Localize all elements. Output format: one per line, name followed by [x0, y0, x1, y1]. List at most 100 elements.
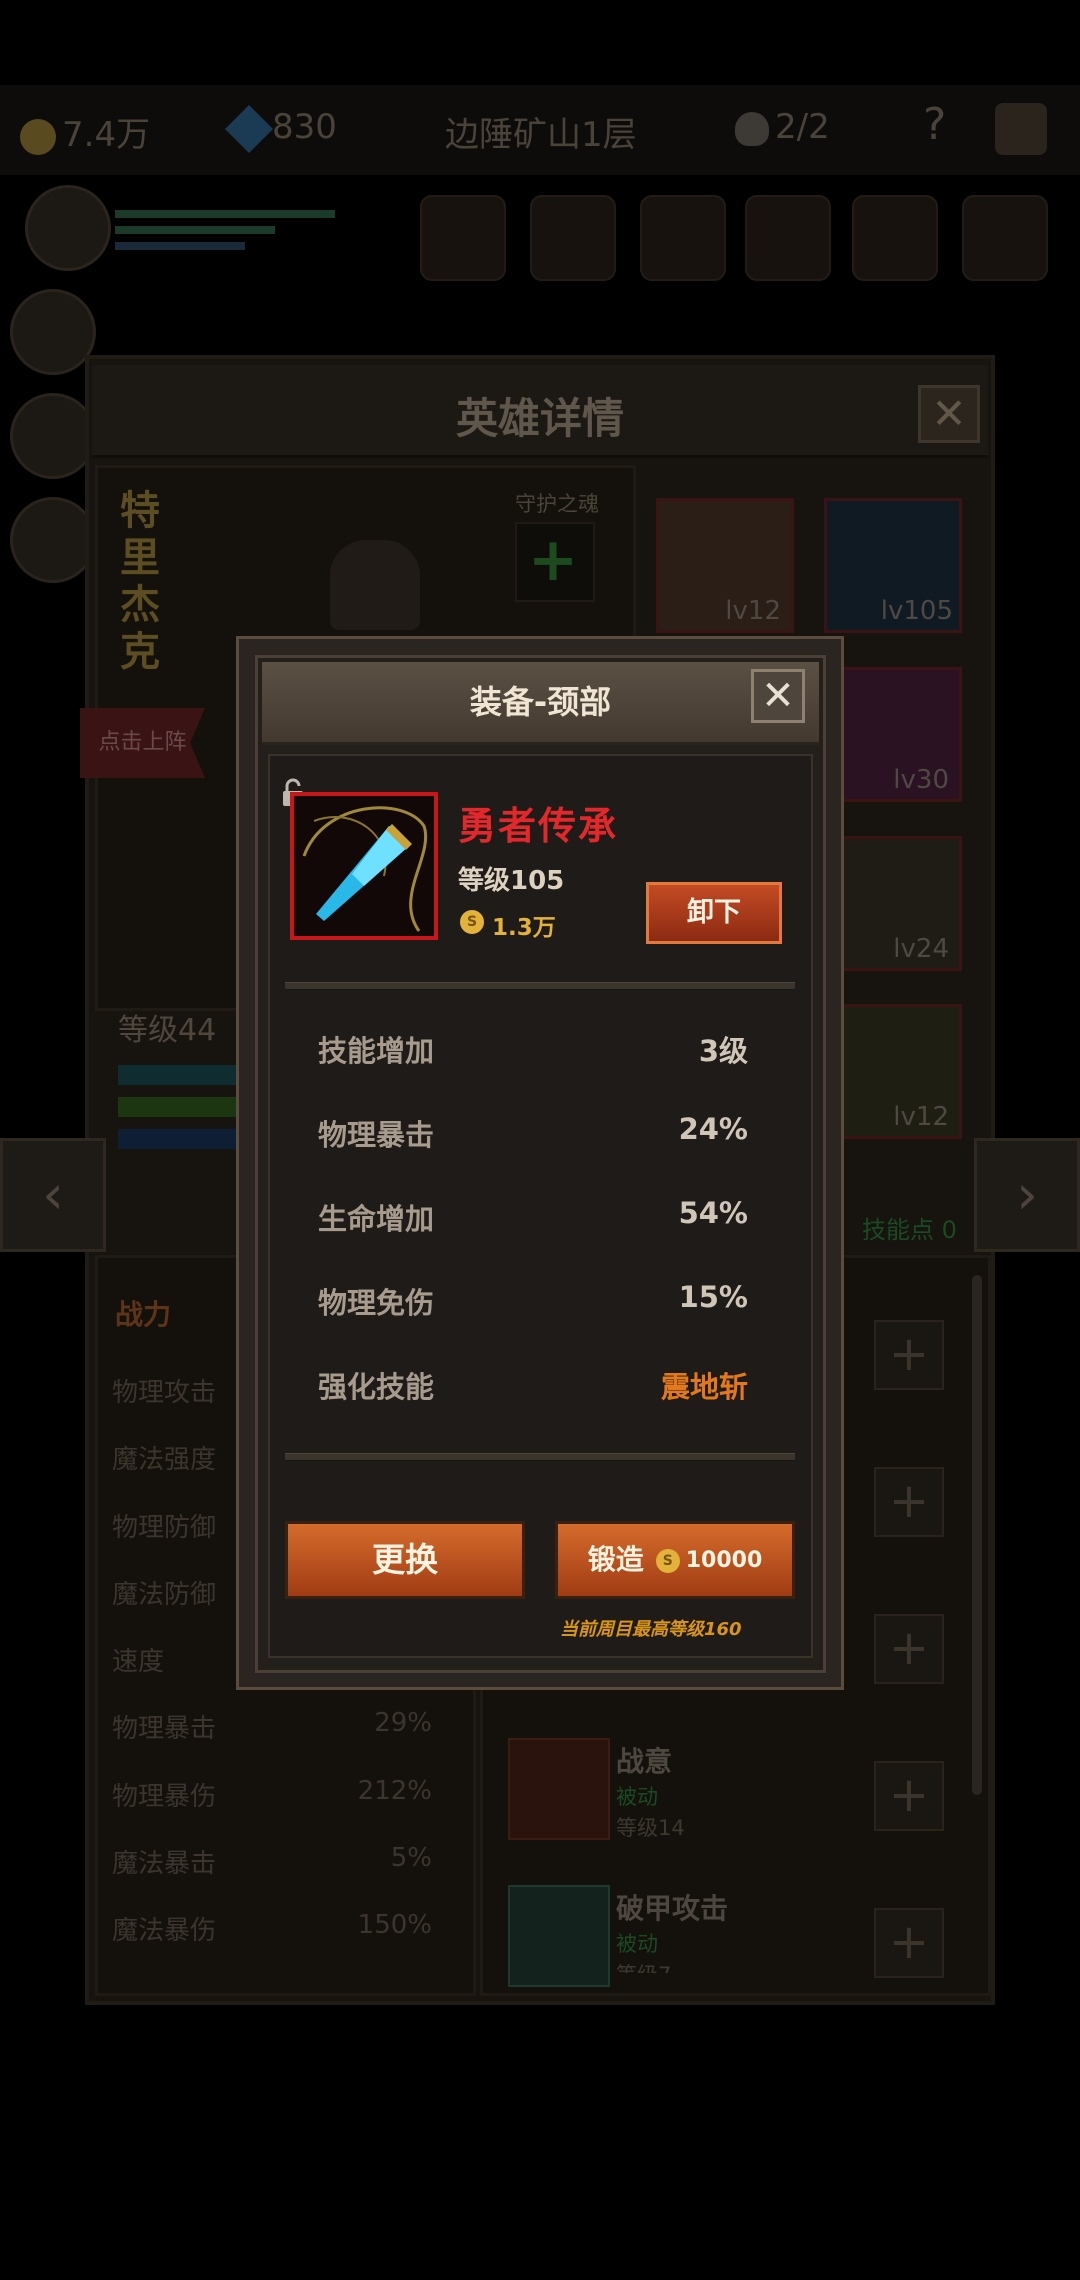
stat-label: 物理攻击: [112, 1378, 217, 1408]
stat-value: 150%: [357, 1910, 432, 1940]
skill-name: 战意: [616, 1745, 673, 1778]
skill-upgrade-button[interactable]: +: [874, 1467, 944, 1537]
gold-coin-icon: S: [655, 1549, 680, 1573]
attr-value: 3级: [698, 1034, 748, 1068]
gold-counter: 7.4万: [20, 107, 150, 156]
stat-row: 物理暴击 29%: [112, 1708, 432, 1745]
hero-name: 特里杰克: [120, 488, 160, 675]
skills-scrollbar[interactable]: [972, 1275, 982, 1795]
stat-label: 魔法强度: [112, 1445, 217, 1475]
top-equip-slot: [852, 195, 938, 281]
gold-amount: 7.4万: [62, 115, 151, 155]
forge-button[interactable]: 锻造 S 10000: [555, 1521, 795, 1599]
stat-label: 物理防御: [112, 1513, 217, 1543]
equip-slot-ring[interactable]: lv24: [824, 836, 962, 971]
hero-portrait[interactable]: [25, 185, 111, 271]
hero-hp-bars: [115, 210, 335, 260]
equip-popup-close-button[interactable]: ✕: [751, 669, 805, 723]
gold-coin-icon: S: [460, 910, 484, 934]
pendant-icon: [302, 806, 428, 932]
gem-counter: 830: [224, 104, 337, 153]
equip-slot-body[interactable]: lv30: [824, 667, 962, 802]
enhanced-skill-value: 震地斩: [660, 1370, 748, 1404]
top-equip-slot: [530, 195, 616, 281]
hero-portrait[interactable]: [10, 497, 96, 583]
stat-row: 魔法暴击 5%: [112, 1843, 432, 1880]
gem-icon: [224, 104, 274, 153]
skill-type: 被动: [616, 1785, 658, 1809]
gold-coin-icon: [20, 118, 56, 155]
forge-cost: 10000: [685, 1548, 763, 1573]
item-sell-price: 1.3万: [492, 915, 556, 941]
stat-value: 29%: [374, 1708, 432, 1738]
plus-icon: +: [527, 525, 579, 595]
stat-row: 魔法暴伤 150%: [112, 1910, 432, 1947]
top-equip-slot: [640, 195, 726, 281]
top-status-bar: 7.4万 830 边陲矿山1层 2/2 ?: [0, 85, 1080, 175]
attr-value: 54%: [678, 1196, 748, 1230]
equip-level: lv12: [725, 596, 781, 626]
attr-label: 生命增加: [318, 1202, 435, 1236]
hero-count: 2/2: [735, 107, 830, 147]
skill-points: 技能点 0: [862, 1216, 957, 1244]
stat-label: 魔法暴击: [112, 1849, 217, 1879]
war-spirit-skill-icon[interactable]: [508, 1738, 610, 1840]
equip-level: lv24: [893, 934, 949, 964]
replace-button[interactable]: 更换: [285, 1521, 525, 1599]
stat-label: 魔法暴伤: [112, 1916, 217, 1946]
guardian-soul-label: 守护之魂: [515, 492, 599, 516]
hero-portrait[interactable]: [10, 289, 96, 375]
stat-label: 物理暴击: [112, 1714, 217, 1744]
attr-value: 24%: [678, 1112, 748, 1146]
attr-label: 技能增加: [318, 1034, 435, 1068]
equip-slot-neck[interactable]: lv105: [824, 498, 962, 633]
skill-upgrade-button[interactable]: +: [874, 1320, 944, 1390]
equip-popup-title: 装备-颈部: [469, 683, 612, 721]
skull-icon: [735, 111, 769, 146]
skill-level: 等级14: [616, 1816, 685, 1840]
skill-upgrade-button[interactable]: +: [874, 1761, 944, 1831]
hero-portrait-list: [0, 185, 111, 705]
attr-value: 15%: [678, 1280, 748, 1314]
skill-type: 被动: [616, 1932, 658, 1956]
armor-break-skill-icon[interactable]: [508, 1885, 610, 1987]
attr-label: 强化技能: [318, 1370, 435, 1404]
equip-slot-shield[interactable]: lv12: [824, 1004, 962, 1139]
skill-level: 等级7: [616, 1959, 671, 1973]
skill-upgrade-button[interactable]: +: [874, 1908, 944, 1978]
equip-level: lv105: [880, 596, 953, 626]
hero-figure: [330, 540, 420, 630]
stat-row: 物理暴伤 212%: [112, 1776, 432, 1813]
stat-label: 物理暴伤: [112, 1782, 217, 1812]
top-equip-slot: [962, 195, 1048, 281]
hero-detail-close-button[interactable]: ✕: [918, 385, 980, 443]
skill-upgrade-button[interactable]: +: [874, 1614, 944, 1684]
hero-count-value: 2/2: [775, 107, 830, 147]
stat-label: 速度: [112, 1647, 165, 1677]
power-title: 战力: [115, 1298, 172, 1331]
top-equip-slot: [745, 195, 831, 281]
hero-level: 等级44: [118, 1013, 217, 1048]
hero-portrait[interactable]: [10, 393, 96, 479]
prev-hero-button[interactable]: ‹: [0, 1138, 106, 1252]
stat-label: 魔法防御: [112, 1580, 217, 1610]
hero-detail-title: 英雄详情: [455, 394, 624, 443]
attr-label: 物理暴击: [318, 1118, 435, 1152]
deploy-button[interactable]: 点击上阵: [80, 708, 205, 778]
location-title: 边陲矿山1层: [445, 115, 637, 155]
top-equip-slot: [420, 195, 506, 281]
help-button[interactable]: ?: [923, 99, 946, 150]
settings-icon[interactable]: [995, 103, 1047, 155]
max-level-note: 当前周目最高等级160: [560, 1619, 742, 1640]
next-hero-button[interactable]: ›: [974, 1138, 1080, 1252]
equip-slot-head[interactable]: lv12: [656, 498, 794, 633]
divider: [285, 1453, 795, 1461]
item-name: 勇者传承: [458, 804, 619, 848]
divider: [285, 982, 795, 990]
unequip-button[interactable]: 卸下: [646, 882, 782, 944]
attr-label: 物理免伤: [318, 1286, 435, 1320]
item-icon-frame: [290, 792, 438, 940]
gem-amount: 830: [272, 107, 337, 147]
skill-name: 破甲攻击: [616, 1892, 729, 1925]
equip-level: lv12: [893, 1102, 949, 1132]
